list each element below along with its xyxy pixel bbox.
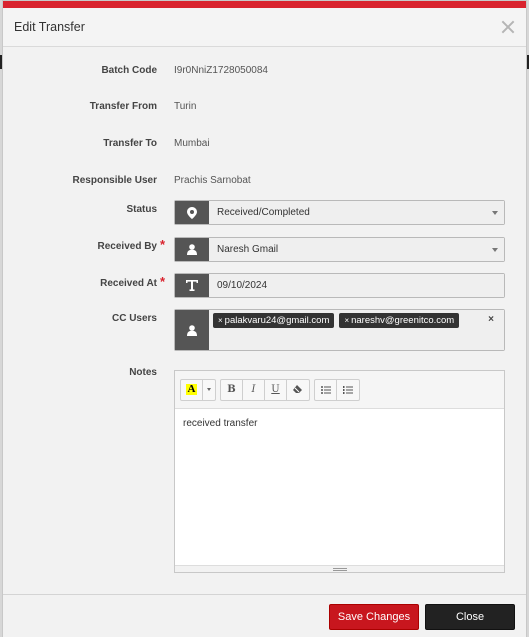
received-at-input[interactable]: 09/10/2024 <box>209 274 504 297</box>
bold-button[interactable]: B <box>221 379 243 400</box>
batch-code-value: I9r0NniZ1728050084 <box>174 65 268 76</box>
font-color-icon: A <box>185 383 198 395</box>
notes-editor: A B I U received transfer <box>174 370 505 573</box>
list-group <box>314 378 360 401</box>
responsible-user-label: Responsible User <box>72 175 157 186</box>
cc-user-chip-label: palakvaru24@gmail.com <box>224 315 330 326</box>
transfer-from-value: Turin <box>174 101 197 112</box>
format-group: B I U <box>220 378 310 401</box>
status-select[interactable]: Received/Completed <box>174 200 505 225</box>
close-icon[interactable] <box>501 20 515 34</box>
transfer-to-value: Mumbai <box>174 138 210 149</box>
received-by-value[interactable]: Naresh Gmail <box>209 238 504 261</box>
save-changes-button[interactable]: Save Changes <box>329 604 419 630</box>
italic-button[interactable]: I <box>243 379 265 400</box>
modal-accent-bar <box>3 1 526 8</box>
ordered-list-button[interactable] <box>337 380 359 400</box>
received-by-label: Received By * <box>3 237 165 252</box>
color-dropdown-button[interactable] <box>203 380 215 400</box>
user-icon <box>175 310 209 350</box>
cc-users-multiselect[interactable]: × palakvaru24@gmail.com × nareshv@greenitc… <box>174 309 505 351</box>
cc-users-label: CC Users <box>111 313 157 324</box>
close-button[interactable]: Close <box>425 604 515 630</box>
clear-all-icon[interactable]: × <box>488 314 494 325</box>
font-color-button[interactable]: A <box>181 379 203 400</box>
chip-remove-icon[interactable]: × <box>218 316 223 325</box>
cc-user-chip-label: nareshv@greenitco.com <box>351 315 455 326</box>
notes-editor-body[interactable]: received transfer <box>175 409 504 565</box>
received-at-field[interactable]: 09/10/2024 <box>174 273 505 298</box>
modal-title: Edit Transfer <box>14 20 85 34</box>
modal-footer: Save Changes Close <box>3 594 526 637</box>
required-marker: * <box>159 237 165 252</box>
received-by-label-text: Received By <box>97 241 157 252</box>
chevron-down-icon <box>207 388 211 391</box>
cc-user-chip: × palakvaru24@gmail.com <box>213 313 335 328</box>
required-marker: * <box>159 274 165 289</box>
chevron-down-icon[interactable] <box>492 247 498 252</box>
cc-user-chip: × nareshv@greenitco.com <box>339 313 460 328</box>
unordered-list-button[interactable] <box>315 379 337 400</box>
received-by-select[interactable]: Naresh Gmail <box>174 237 505 262</box>
status-label: Status <box>126 204 157 215</box>
responsible-user-value: Prachis Sarnobat <box>174 175 251 186</box>
editor-toolbar: A B I U <box>175 371 504 409</box>
transfer-from-label: Transfer From <box>89 101 157 112</box>
status-value[interactable]: Received/Completed <box>209 201 504 224</box>
chip-remove-icon[interactable]: × <box>344 316 349 325</box>
edit-transfer-modal: Edit Transfer Batch Code I9r0NniZ1728050… <box>2 0 527 637</box>
batch-code-label: Batch Code <box>101 65 157 76</box>
unordered-list-icon <box>320 385 331 394</box>
modal-header: Edit Transfer <box>3 8 526 47</box>
notes-label: Notes <box>129 367 157 378</box>
text-icon <box>175 274 209 297</box>
user-icon <box>175 238 209 261</box>
eraser-button[interactable] <box>287 380 309 400</box>
received-by-selected-text: Naresh Gmail <box>217 244 279 255</box>
resize-grip-icon <box>332 567 347 571</box>
color-group: A <box>180 378 216 401</box>
map-marker-icon <box>175 201 209 224</box>
ordered-list-icon <box>343 385 353 394</box>
chevron-down-icon[interactable] <box>492 210 498 215</box>
received-at-label: Received At * <box>3 274 165 289</box>
transfer-to-label: Transfer To <box>103 138 157 149</box>
editor-resize-handle[interactable] <box>175 565 504 572</box>
cc-users-chip-area[interactable]: × palakvaru24@gmail.com × nareshv@greenitc… <box>209 310 504 350</box>
status-selected-text: Received/Completed <box>217 207 310 218</box>
eraser-icon <box>293 385 302 393</box>
received-at-label-text: Received At <box>100 278 157 289</box>
underline-button[interactable]: U <box>265 379 287 400</box>
